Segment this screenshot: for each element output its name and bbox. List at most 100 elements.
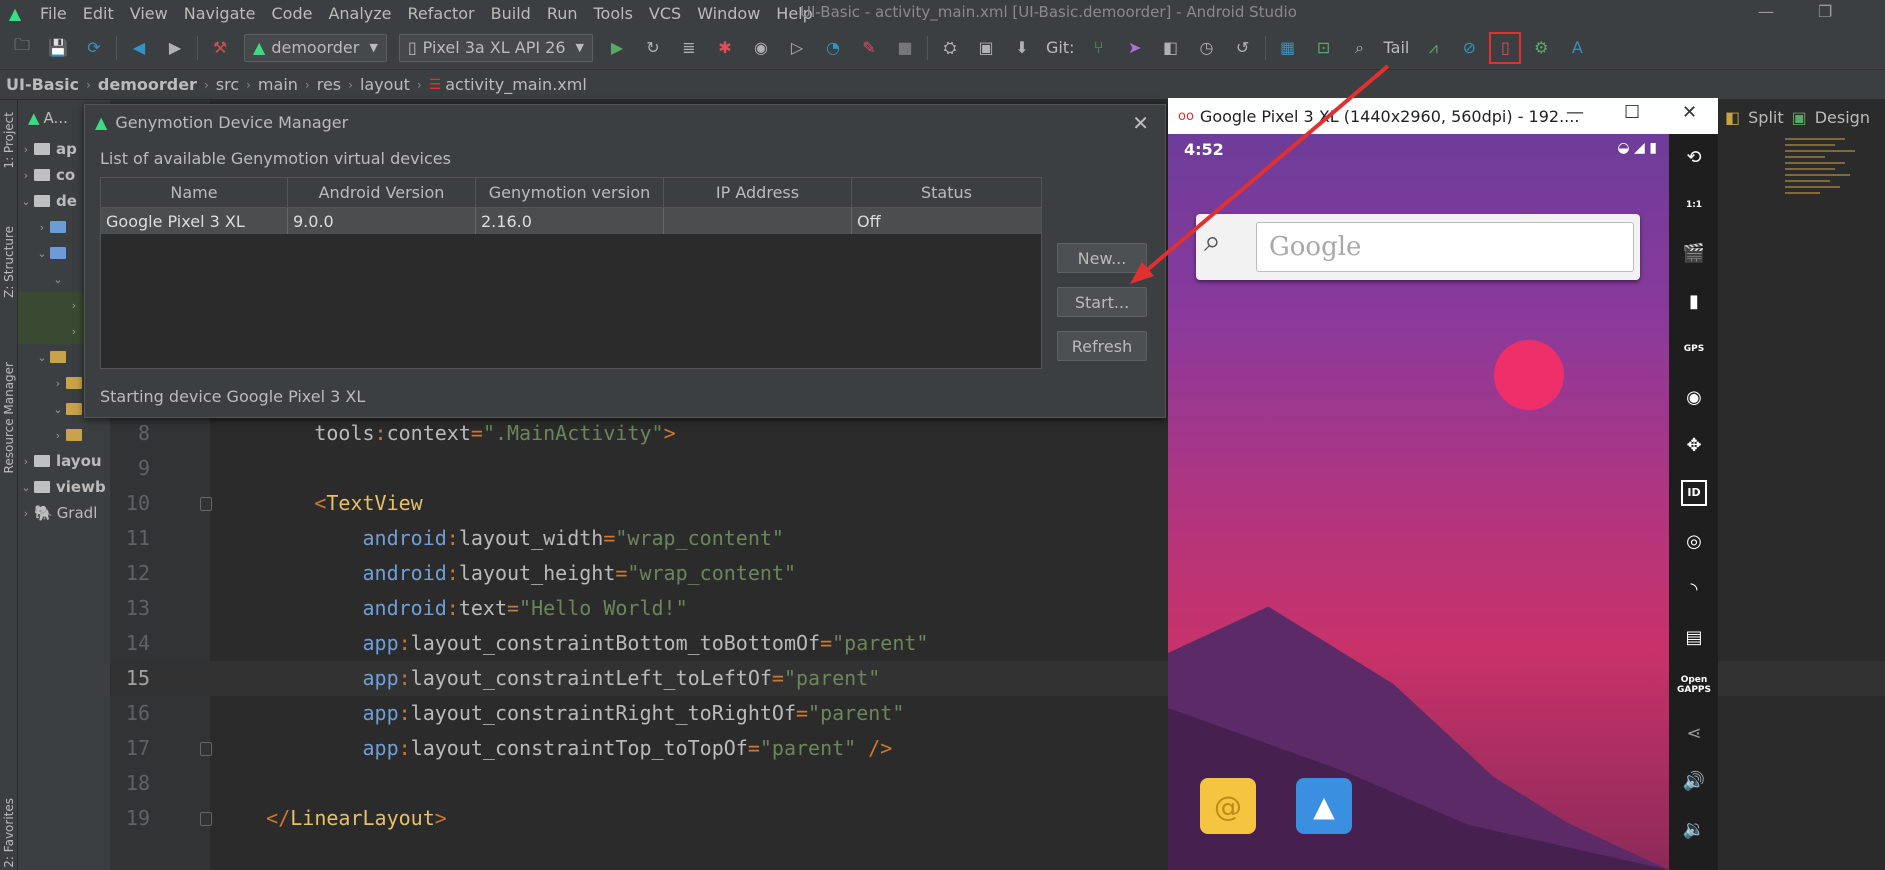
volume-up-icon[interactable]: 🔊	[1681, 768, 1707, 794]
forward-icon[interactable]: ▶	[163, 36, 187, 60]
menu-build[interactable]: Build	[483, 4, 539, 23]
tab-structure[interactable]: Z: Structure	[2, 226, 16, 298]
genymotion-device-manager-icon[interactable]: ▯	[1489, 31, 1522, 64]
tree-item[interactable]: ⌄ viewb	[18, 474, 110, 500]
capture-icon[interactable]: 🎬	[1681, 240, 1707, 266]
network-icon[interactable]: ◝	[1681, 576, 1707, 602]
rotate-icon[interactable]: ⟲	[1681, 144, 1707, 170]
menu-file[interactable]: File	[32, 4, 75, 23]
start-device-button[interactable]: Start...	[1057, 287, 1147, 317]
apply-changes-icon[interactable]: ↻	[641, 36, 665, 60]
volume-down-icon[interactable]: 🔉	[1681, 816, 1707, 842]
monitor-icon[interactable]: ⩘	[1421, 36, 1445, 60]
debug-icon[interactable]: ✱	[713, 36, 737, 60]
run-icon[interactable]: ▶	[605, 36, 629, 60]
menu-tools[interactable]: Tools	[586, 4, 641, 23]
minimize-icon[interactable]: —	[1566, 102, 1584, 123]
google-search-widget[interactable]: ⌕ Google	[1196, 214, 1640, 280]
fold-marker-icon[interactable]	[200, 812, 212, 826]
camera-icon[interactable]: ◉	[1681, 384, 1707, 410]
terminal-icon[interactable]: ⊡	[1312, 36, 1336, 60]
tab-favorites[interactable]: 2: Favorites	[2, 798, 16, 868]
table-row[interactable]: Google Pixel 3 XL 9.0.0 2.16.0 Off	[101, 208, 1041, 234]
sms-icon[interactable]: ▤	[1681, 624, 1707, 650]
column-header-name[interactable]: Name	[101, 178, 288, 207]
close-icon[interactable]: ✕	[1682, 102, 1697, 123]
breadcrumb-item[interactable]: layout	[360, 75, 410, 94]
refresh-button[interactable]: Refresh	[1057, 331, 1147, 361]
sdk-manager-icon[interactable]: ⬇	[1010, 36, 1034, 60]
apply-code-icon[interactable]: ≣	[677, 36, 701, 60]
restore-icon[interactable]: ❐	[1818, 2, 1832, 21]
build-hammer-icon[interactable]: ⚒	[208, 36, 232, 60]
save-icon[interactable]: 💾	[46, 36, 70, 60]
tab-resource-manager[interactable]: Resource Manager	[2, 362, 16, 473]
share-icon[interactable]: ⋖	[1681, 720, 1707, 746]
fold-marker-icon[interactable]	[200, 742, 212, 756]
menu-refactor[interactable]: Refactor	[400, 4, 483, 23]
new-device-button[interactable]: New...	[1057, 243, 1147, 273]
id-icon[interactable]: ID	[1681, 480, 1707, 506]
column-header-ip-address[interactable]: IP Address	[664, 178, 852, 207]
tree-item[interactable]: › 🐘 Gradl	[18, 500, 110, 526]
disk-icon[interactable]: ◎	[1681, 528, 1707, 554]
menu-analyze[interactable]: Analyze	[320, 4, 399, 23]
breadcrumb-item[interactable]: activity_main.xml	[445, 75, 587, 94]
menu-view[interactable]: View	[122, 4, 176, 23]
stop-icon[interactable]: ■	[893, 36, 917, 60]
menu-window[interactable]: Window	[689, 4, 768, 23]
column-header-genymotion-version[interactable]: Genymotion version	[476, 178, 664, 207]
breadcrumb-item[interactable]: src	[216, 75, 239, 94]
tab-project[interactable]: 1: Project	[2, 112, 16, 169]
search-icon[interactable]: ⌕	[1348, 36, 1372, 60]
close-icon[interactable]: ✕	[1132, 111, 1149, 135]
breadcrumb-item[interactable]: UI-Basic	[6, 75, 79, 94]
profiler-gauge-icon[interactable]: ◔	[821, 36, 845, 60]
tab-split[interactable]: Split	[1748, 108, 1783, 127]
back-icon[interactable]: ◀	[127, 36, 151, 60]
menu-code[interactable]: Code	[264, 4, 321, 23]
translate-icon[interactable]: A	[1565, 36, 1589, 60]
google-search-box[interactable]: Google	[1256, 222, 1634, 272]
avd-manager-icon[interactable]: ⛭	[938, 36, 962, 60]
module-combo[interactable]: ▲ demoorder ▼	[244, 33, 387, 62]
fold-marker-icon[interactable]	[200, 497, 212, 511]
battery-icon[interactable]: ▮	[1681, 288, 1707, 314]
menu-navigate[interactable]: Navigate	[176, 4, 264, 23]
gps-icon[interactable]: GPS	[1681, 336, 1707, 362]
email-app-icon[interactable]: @	[1200, 778, 1256, 834]
column-header-android-version[interactable]: Android Version	[288, 178, 476, 207]
profile-icon[interactable]: ▷	[785, 36, 809, 60]
menu-run[interactable]: Run	[539, 4, 586, 23]
breadcrumb-item[interactable]: demoorder	[98, 75, 197, 94]
column-header-status[interactable]: Status	[852, 178, 1041, 207]
move-icon[interactable]: ✥	[1681, 432, 1707, 458]
code-minimap[interactable]	[1775, 134, 1885, 344]
device-combo[interactable]: ▯ Pixel 3a XL API 26 ▼	[398, 33, 593, 62]
open-gapps-icon[interactable]: Open GAPPS	[1677, 672, 1711, 698]
breadcrumb-item[interactable]: res	[317, 75, 341, 94]
android-debug-icon[interactable]: ⚙	[1529, 36, 1553, 60]
gallery-app-icon[interactable]: ▲	[1296, 778, 1352, 834]
sync-icon[interactable]: ⟳	[82, 36, 106, 60]
git-push-icon[interactable]: ➤	[1123, 36, 1147, 60]
device-screen[interactable]: 4:52 ◒ ◢ ▮ ⌕ Google @ ▲	[1168, 134, 1669, 870]
attach-debugger-icon[interactable]: ✎	[857, 36, 881, 60]
menu-edit[interactable]: Edit	[75, 4, 122, 23]
scale-icon[interactable]: 1:1	[1681, 192, 1707, 218]
coverage-icon[interactable]: ◉	[749, 36, 773, 60]
menu-vcs[interactable]: VCS	[641, 4, 689, 23]
layout-grid-icon[interactable]: ▦	[1276, 36, 1300, 60]
maximize-icon[interactable]: ☐	[1624, 102, 1640, 123]
tree-item[interactable]: ›	[18, 422, 110, 448]
tab-design[interactable]: Design	[1815, 108, 1870, 127]
block-icon[interactable]: ⊘	[1457, 36, 1481, 60]
open-folder-icon[interactable]: 🗀	[10, 35, 34, 60]
device-manager-icon[interactable]: ▣	[974, 36, 998, 60]
git-history-icon[interactable]: ◷	[1195, 36, 1219, 60]
breadcrumb-item[interactable]: main	[258, 75, 298, 94]
git-branch-icon[interactable]: ⑂	[1087, 36, 1111, 60]
tail-label[interactable]: Tail	[1384, 38, 1410, 57]
git-rollback-icon[interactable]: ↺	[1231, 36, 1255, 60]
git-compare-icon[interactable]: ◧	[1159, 36, 1183, 60]
